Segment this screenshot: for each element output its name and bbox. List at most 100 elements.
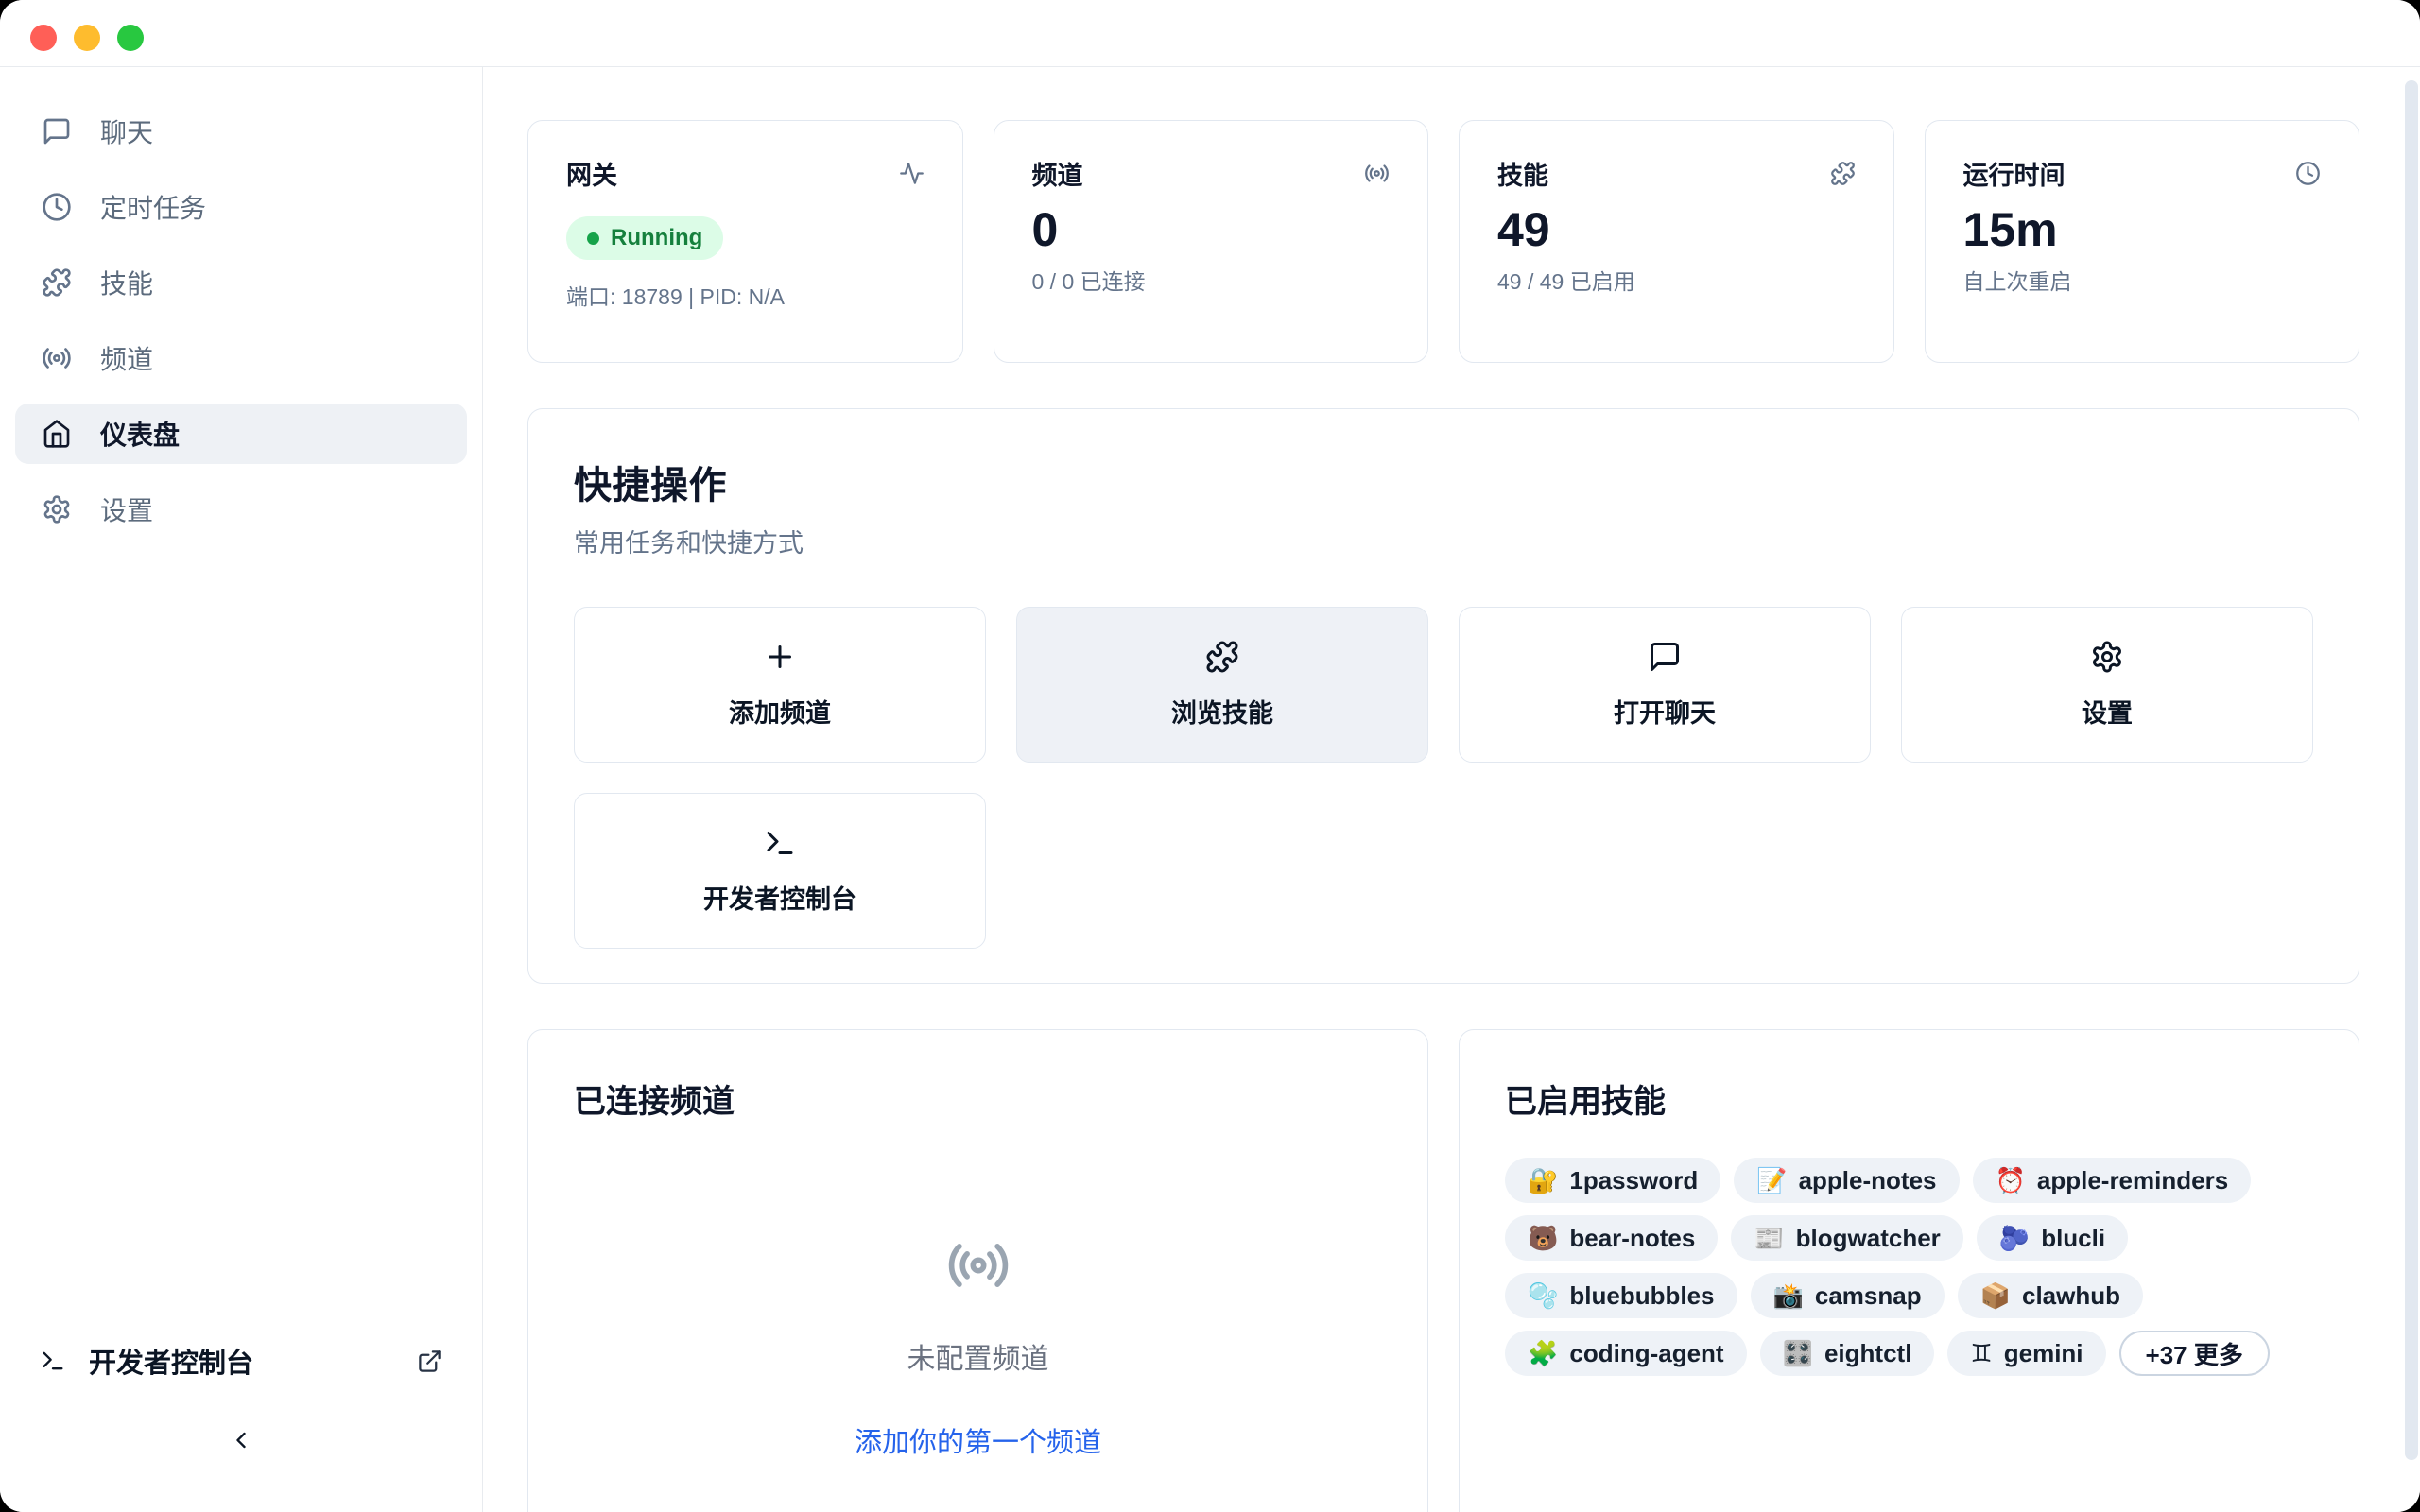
skill-emoji-icon: 🔐 <box>1528 1168 1558 1193</box>
sidebar: 聊天 定时任务 技能 频道 仪表盘 设置 开发者控制台 <box>0 67 483 1512</box>
skills-chip-list: 🔐 1password 📝 apple-notes ⏰ apple-remind… <box>1505 1158 2313 1376</box>
sidebar-item-label: 定时任务 <box>100 188 206 226</box>
quick-actions-title: 快捷操作 <box>574 455 2313 509</box>
gateway-card-subtitle: 端口: 18789 | PID: N/A <box>566 279 925 311</box>
skill-chip: ♊ gemini <box>1947 1331 2105 1376</box>
sidebar-item-icon <box>42 267 72 298</box>
quick-action-button[interactable]: 添加频道 <box>574 607 986 763</box>
more-skills-button[interactable]: +37 更多 <box>2119 1331 2270 1376</box>
uptime-card: 运行时间 15m 自上次重启 <box>1925 120 2360 363</box>
skill-name: bear-notes <box>1569 1224 1695 1253</box>
app-window: 聊天 定时任务 技能 频道 仪表盘 设置 开发者控制台 <box>0 0 2420 1512</box>
skill-name: 1password <box>1569 1166 1698 1195</box>
quick-action-button[interactable]: 浏览技能 <box>1016 607 1428 763</box>
skill-emoji-icon: 🫧 <box>1528 1283 1558 1308</box>
channels-count: 0 <box>1032 203 1391 258</box>
uptime-value: 15m <box>1963 203 2322 258</box>
skill-emoji-icon: 🐻 <box>1528 1226 1558 1250</box>
puzzle-icon <box>1830 161 1856 186</box>
sidebar-item-icon <box>42 343 72 373</box>
add-first-channel-link[interactable]: 添加你的第一个频道 <box>855 1420 1101 1460</box>
quick-action-button[interactable]: 开发者控制台 <box>574 793 986 949</box>
skill-emoji-icon: 📸 <box>1773 1283 1804 1308</box>
radio-icon <box>1364 161 1390 186</box>
skill-chip: 🫐 blucli <box>1977 1215 2128 1261</box>
skill-name: gemini <box>2004 1339 2083 1368</box>
skill-chip: 📝 apple-notes <box>1734 1158 1959 1203</box>
main-content: 网关 Running 端口: 18789 | PID: N/A 频道 0 0 /… <box>484 67 2420 1512</box>
skill-emoji-icon: 📰 <box>1754 1226 1784 1250</box>
quick-action-label: 开发者控制台 <box>703 879 856 916</box>
quick-action-label: 设置 <box>2082 693 2133 730</box>
quick-action-icon <box>763 826 797 860</box>
skills-card: 技能 49 49 / 49 已启用 <box>1459 120 1894 363</box>
sidebar-item[interactable]: 聊天 <box>15 101 467 162</box>
skill-chip: 📰 blogwatcher <box>1731 1215 1963 1261</box>
status-dot <box>587 232 599 245</box>
quick-action-label: 打开聊天 <box>1614 693 1716 730</box>
sidebar-item-icon <box>42 494 72 524</box>
connected-channels-panel: 已连接频道 未配置频道 添加你的第一个频道 <box>527 1029 1428 1512</box>
titlebar[interactable] <box>0 0 2420 67</box>
sidebar-item[interactable]: 设置 <box>15 479 467 540</box>
activity-icon <box>899 161 925 186</box>
gateway-card-title: 网关 <box>566 155 617 192</box>
skill-name: blucli <box>2041 1224 2105 1253</box>
channels-empty-state: 未配置频道 添加你的第一个频道 <box>574 1122 1382 1460</box>
skill-emoji-icon: 🧩 <box>1528 1341 1558 1366</box>
uptime-card-subtitle: 自上次重启 <box>1963 264 2322 296</box>
radio-icon <box>946 1233 1011 1297</box>
skill-emoji-icon: 🎛️ <box>1783 1341 1813 1366</box>
sidebar-item-label: 技能 <box>100 264 153 301</box>
quick-actions-grid: 添加频道 浏览技能 打开聊天 设置 开发者控制台 <box>574 607 2313 949</box>
sidebar-item[interactable]: 频道 <box>15 328 467 388</box>
sidebar-item-label: 仪表盘 <box>100 415 180 453</box>
developer-console-row[interactable]: 开发者控制台 <box>40 1334 442 1387</box>
quick-action-label: 浏览技能 <box>1171 693 1273 730</box>
quick-action-icon <box>2090 640 2124 674</box>
sidebar-item[interactable]: 定时任务 <box>15 177 467 237</box>
skills-count: 49 <box>1497 203 1856 258</box>
minimize-button[interactable] <box>74 25 100 51</box>
channels-empty-text: 未配置频道 <box>908 1335 1049 1377</box>
uptime-card-title: 运行时间 <box>1963 155 2066 192</box>
channels-card: 频道 0 0 / 0 已连接 <box>994 120 1429 363</box>
sidebar-footer: 开发者控制台 <box>15 1334 467 1478</box>
traffic-lights <box>30 25 144 51</box>
zoom-button[interactable] <box>117 25 144 51</box>
sidebar-item-label: 设置 <box>100 490 153 528</box>
external-link-icon[interactable] <box>417 1349 442 1374</box>
skills-card-title: 技能 <box>1497 155 1548 192</box>
sidebar-item[interactable]: 技能 <box>15 252 467 313</box>
skill-name: clawhub <box>2022 1281 2120 1311</box>
sidebar-item-label: 频道 <box>100 339 153 377</box>
skill-chip: 🔐 1password <box>1505 1158 1720 1203</box>
quick-action-button[interactable]: 设置 <box>1901 607 2313 763</box>
skill-emoji-icon: 🫐 <box>1999 1226 2030 1250</box>
quick-action-button[interactable]: 打开聊天 <box>1459 607 1871 763</box>
enabled-skills-panel: 已启用技能 🔐 1password 📝 apple-notes ⏰ apple-… <box>1459 1029 2360 1512</box>
status-label: Running <box>611 225 702 251</box>
status-badge: Running <box>566 216 723 260</box>
quick-actions-panel: 快捷操作 常用任务和快捷方式 添加频道 浏览技能 打开聊天 设置 <box>527 408 2360 984</box>
close-button[interactable] <box>30 25 57 51</box>
clock-icon <box>2295 161 2321 186</box>
skill-emoji-icon: 📦 <box>1980 1283 2011 1308</box>
skill-emoji-icon: ♊ <box>1970 1341 1992 1366</box>
skill-emoji-icon: 📝 <box>1756 1168 1787 1193</box>
sidebar-collapse-button[interactable] <box>40 1421 442 1459</box>
sidebar-item-icon <box>42 116 72 146</box>
gateway-card: 网关 Running 端口: 18789 | PID: N/A <box>527 120 963 363</box>
skill-chip: 📦 clawhub <box>1958 1273 2143 1318</box>
skill-chip: 🫧 bluebubbles <box>1505 1273 1737 1318</box>
skill-chip: 🎛️ eightctl <box>1760 1331 1935 1376</box>
sidebar-item-label: 聊天 <box>100 112 153 150</box>
scrollbar-thumb[interactable] <box>2405 80 2418 1460</box>
skill-chip: 📸 camsnap <box>1751 1273 1945 1318</box>
skill-name: bluebubbles <box>1569 1281 1714 1311</box>
developer-console-label: 开发者控制台 <box>89 1341 417 1381</box>
quick-action-label: 添加频道 <box>729 693 831 730</box>
sidebar-item-icon <box>42 419 72 449</box>
sidebar-item[interactable]: 仪表盘 <box>15 404 467 464</box>
skill-name: coding-agent <box>1569 1339 1723 1368</box>
